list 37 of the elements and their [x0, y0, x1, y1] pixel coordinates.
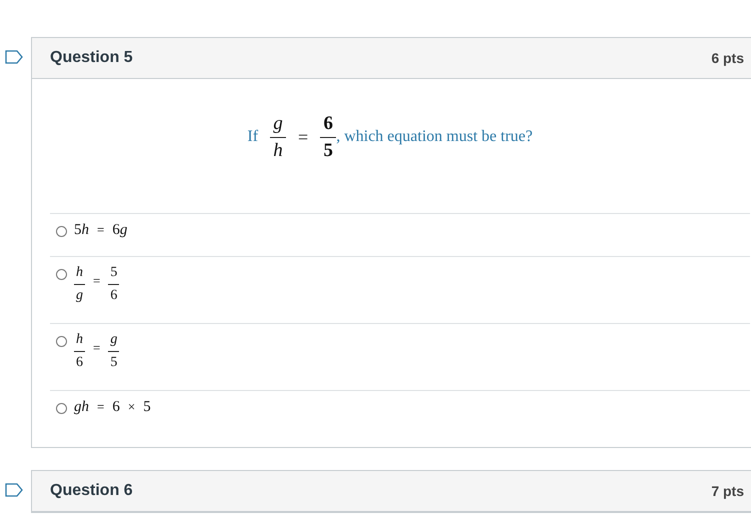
fraction-numerator: h — [76, 265, 83, 282]
equals-sign: = — [93, 340, 100, 356]
radio-button[interactable] — [56, 336, 67, 347]
fraction-numerator: g — [110, 332, 118, 348]
variable: g — [120, 222, 128, 239]
number: 6 — [112, 399, 120, 416]
points-label: 6 pts — [711, 50, 744, 66]
fraction-denominator: 6 — [110, 288, 118, 304]
variable: h — [82, 222, 89, 239]
fraction-numerator: g — [273, 112, 283, 134]
question-title: Question 5 — [50, 49, 133, 67]
equals-sign: = — [93, 273, 100, 289]
bookmark-icon[interactable] — [5, 483, 23, 497]
operator-sign: = — [97, 222, 104, 238]
number: 6 — [112, 222, 120, 239]
fraction-numerator: h — [76, 332, 83, 348]
prompt-text: , which equation must be true? — [336, 128, 533, 146]
points-label: 7 pts — [711, 483, 744, 499]
question-title: Question 6 — [50, 482, 133, 500]
number: 5 — [74, 222, 82, 239]
radio-button[interactable] — [56, 226, 67, 237]
bookmark-icon[interactable] — [5, 50, 23, 64]
equals-sign: = — [298, 126, 308, 148]
fraction-denominator: 5 — [323, 140, 333, 162]
variable: gh — [74, 399, 89, 416]
prompt-text: If — [247, 128, 258, 146]
operator-sign: = — [97, 399, 104, 415]
fraction-numerator: 6 — [323, 112, 333, 134]
fraction-denominator: g — [76, 288, 83, 304]
radio-button[interactable] — [56, 403, 67, 414]
fraction-denominator: 6 — [76, 355, 83, 372]
fraction-denominator: h — [273, 140, 283, 162]
number: 5 — [143, 399, 151, 416]
operator-sign: × — [128, 399, 136, 415]
fraction-numerator: 5 — [110, 265, 118, 282]
fraction-denominator: 5 — [110, 355, 118, 372]
radio-button[interactable] — [56, 269, 67, 280]
